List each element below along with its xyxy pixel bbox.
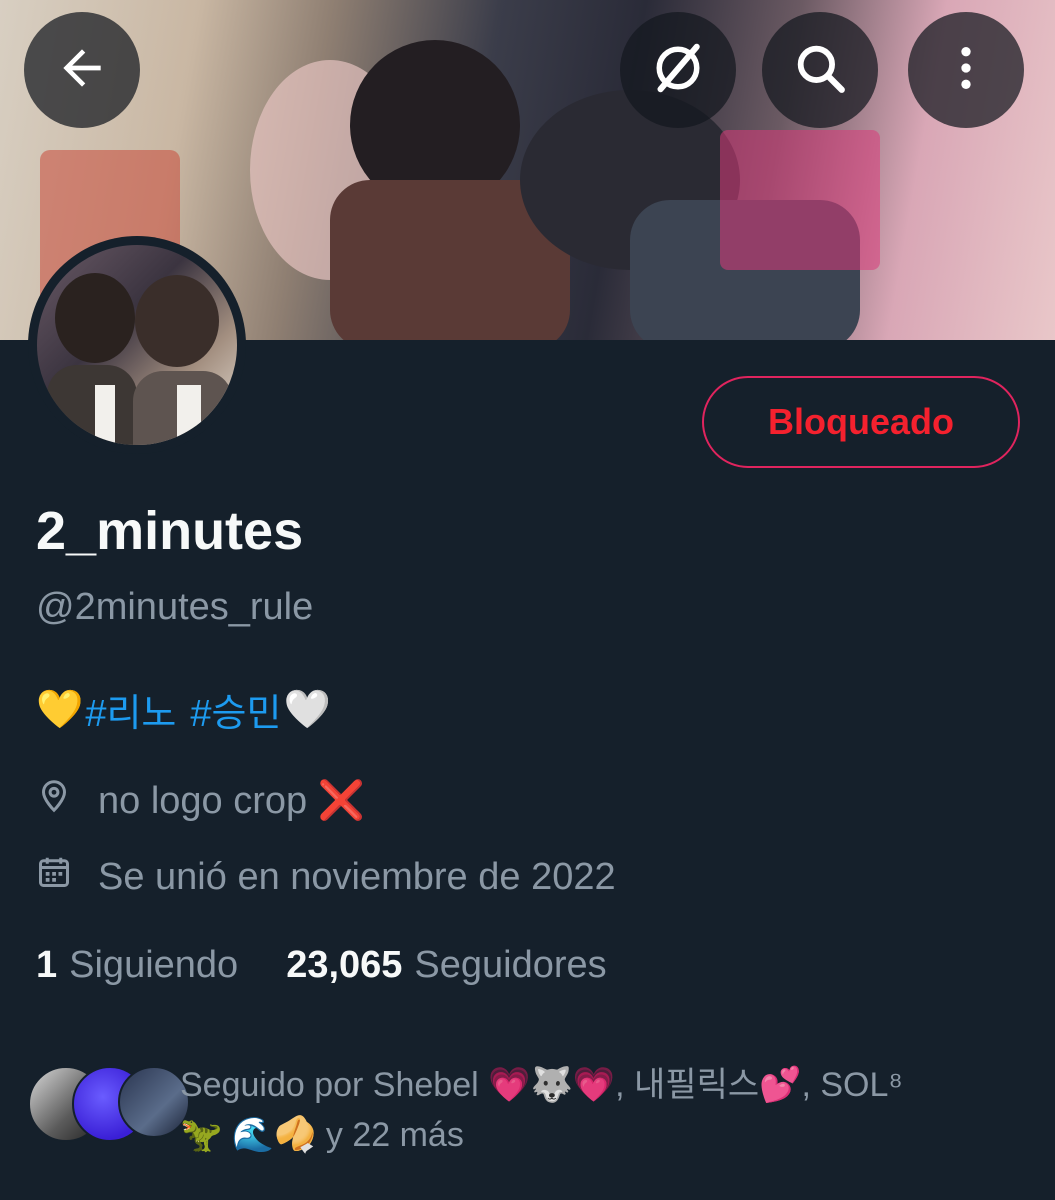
search-icon: [791, 39, 849, 102]
followed-by-avatars[interactable]: [28, 1066, 190, 1142]
blocked-button[interactable]: Bloqueado: [702, 376, 1020, 468]
blocked-label: Bloqueado: [768, 401, 954, 442]
username-handle: @2minutes_rule: [36, 586, 314, 628]
profile-avatar[interactable]: [28, 236, 246, 454]
display-name: 2_minutes: [36, 501, 304, 561]
profile-joined-date: Se unió en noviembre de 2022: [36, 854, 616, 900]
calendar-icon: [36, 854, 98, 900]
followers-link[interactable]: 23,065 Seguidores: [286, 944, 606, 987]
profile-location: no logo crop ❌: [36, 778, 365, 824]
search-button[interactable]: [762, 12, 878, 128]
followed-by-text[interactable]: Seguido por Shebel 💗🐺💗, 내필릭스💕, SOL⁸ 🦖 🌊🥠…: [180, 1060, 1020, 1160]
more-options-button[interactable]: [908, 12, 1024, 128]
joined-text: Se unió en noviembre de 2022: [98, 855, 616, 898]
back-button[interactable]: [24, 12, 140, 128]
followers-count: 23,065: [286, 944, 403, 986]
followers-label: Seguidores: [414, 944, 607, 986]
hashtag-link[interactable]: #리노: [85, 682, 176, 737]
following-link[interactable]: 1 Siguiendo: [36, 944, 238, 987]
bio-emoji-end: 🤍: [283, 688, 331, 731]
followed-by-line-1: Seguido por Shebel 💗🐺💗, 내필릭스💕, SOL⁸: [180, 1066, 903, 1104]
following-label: Siguiendo: [69, 944, 239, 986]
following-count: 1: [36, 944, 58, 986]
followed-by-line-2: 🦖 🌊🥠 y 22 más: [180, 1116, 464, 1154]
avatar-image: [37, 245, 237, 445]
follow-stats: 1 Siguiendo 23,065 Seguidores: [36, 944, 607, 987]
grok-button[interactable]: [620, 12, 736, 128]
location-text: no logo crop ❌: [98, 780, 366, 822]
grok-icon: [648, 38, 708, 103]
location-pin-icon: [36, 778, 98, 824]
more-vertical-icon: [938, 40, 994, 101]
hashtag-link[interactable]: #승민: [190, 682, 281, 737]
profile-bio: 💛 #리노 #승민 🤍: [36, 682, 331, 737]
bio-emoji-start: 💛: [36, 688, 84, 731]
arrow-left-icon: [54, 40, 110, 101]
